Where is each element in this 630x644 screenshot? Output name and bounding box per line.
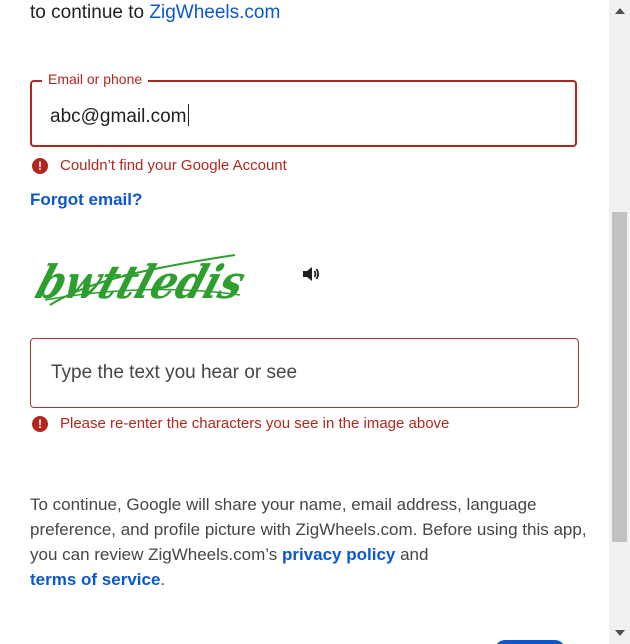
app-name-link[interactable]: ZigWheels.com [149, 2, 280, 23]
disclaimer-period: . [160, 570, 166, 589]
captcha-input[interactable] [31, 339, 578, 407]
email-value-text: abc@gmail.com [50, 106, 187, 127]
captcha-graphic: bwttledis [29, 254, 252, 310]
error-icon: ! [32, 415, 48, 432]
email-error-text: Couldn’t find your Google Account [60, 157, 287, 174]
captcha-image: bwttledis [29, 240, 252, 310]
captcha-error-message: ! Please re-enter the characters you see… [30, 415, 449, 432]
speaker-icon [303, 267, 320, 281]
email-field-label: Email or phone [42, 71, 149, 87]
sharing-disclaimer: To continue, Google will share your name… [30, 492, 590, 592]
content-area: to continue to ZigWheels.com Email or ph… [0, 0, 609, 644]
error-icon: ! [32, 157, 48, 174]
scroll-up-arrow[interactable] [615, 8, 625, 14]
next-button[interactable] [495, 640, 565, 644]
terms-of-service-link[interactable]: terms of service [30, 570, 160, 589]
page-subtitle: to continue to ZigWheels.com [30, 2, 280, 24]
scroll-thumb[interactable] [612, 212, 627, 542]
email-field[interactable]: Email or phone abc@gmail.com [30, 71, 577, 147]
disclaimer-and: and [400, 545, 429, 564]
scroll-down-arrow[interactable] [615, 630, 625, 636]
subtitle-prefix: to continue to [30, 2, 145, 23]
vertical-scrollbar[interactable] [609, 0, 630, 644]
captcha-error-text: Please re-enter the characters you see i… [60, 415, 450, 432]
email-error-message: ! Couldn’t find your Google Account [30, 157, 287, 174]
captcha-field[interactable] [30, 338, 579, 408]
audio-captcha-button[interactable] [300, 263, 322, 285]
privacy-policy-link[interactable]: privacy policy [282, 545, 395, 564]
email-field-value[interactable]: abc@gmail.com [50, 104, 189, 128]
forgot-email-link[interactable]: Forgot email? [30, 190, 142, 210]
text-caret [187, 104, 189, 126]
captcha-text: bwttledis [30, 256, 252, 310]
